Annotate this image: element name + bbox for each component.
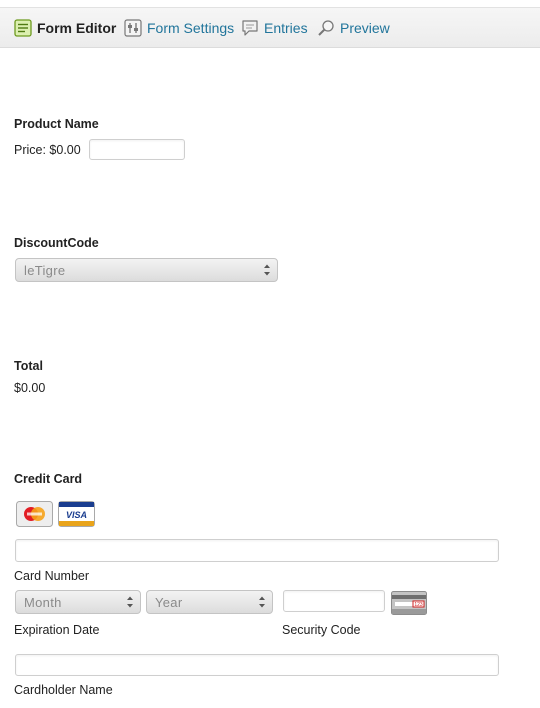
total-label: Total — [14, 359, 43, 373]
total-value: $0.00 — [14, 381, 46, 395]
toolbar-entries[interactable]: Entries — [241, 17, 308, 39]
select-arrows-icon — [124, 594, 136, 610]
toolbar-form-editor-label: Form Editor — [37, 20, 117, 36]
expiration-year-value: Year — [155, 595, 183, 610]
visa-text: VISA — [66, 510, 87, 520]
toolbar-form-settings-label: Form Settings — [147, 20, 235, 36]
product-name-label: Product Name — [14, 117, 99, 131]
product-price-text: Price: $0.00 — [14, 143, 81, 157]
form-toolbar: Form Editor Form Settings Entries Previe… — [0, 7, 540, 48]
select-arrows-icon — [256, 594, 268, 610]
product-quantity-input[interactable] — [89, 139, 185, 160]
security-code-card-icon: 123 — [391, 591, 427, 620]
visa-card-icon: VISA — [58, 501, 95, 532]
discount-code-select[interactable]: leTigre — [15, 258, 278, 282]
credit-card-label: Credit Card — [14, 472, 83, 486]
magnifier-icon — [317, 19, 335, 37]
expiration-month-value: Month — [24, 595, 62, 610]
cvv-text: 123 — [414, 602, 423, 608]
discount-code-label: DiscountCode — [14, 236, 99, 250]
expiration-month-select[interactable]: Month — [15, 590, 141, 614]
mastercard-icon — [16, 501, 53, 532]
toolbar-preview-label: Preview — [340, 20, 390, 36]
expiration-date-label: Expiration Date — [14, 623, 100, 637]
comment-icon — [241, 19, 259, 37]
expiration-year-select[interactable]: Year — [146, 590, 273, 614]
security-code-label: Security Code — [282, 623, 361, 637]
toolbar-entries-label: Entries — [264, 20, 308, 36]
card-number-label: Card Number — [14, 569, 90, 583]
security-code-input[interactable] — [283, 590, 385, 612]
toolbar-preview[interactable]: Preview — [317, 17, 390, 39]
select-arrows-icon — [261, 262, 273, 278]
toolbar-form-settings[interactable]: Form Settings — [124, 17, 234, 39]
cardholder-name-label: Cardholder Name — [14, 683, 113, 697]
discount-code-value: leTigre — [24, 263, 66, 278]
card-number-input[interactable] — [15, 539, 499, 562]
cardholder-name-input[interactable] — [15, 654, 499, 676]
form-editor-icon — [14, 19, 32, 37]
toolbar-form-editor[interactable]: Form Editor — [14, 17, 116, 39]
settings-icon — [124, 19, 142, 37]
